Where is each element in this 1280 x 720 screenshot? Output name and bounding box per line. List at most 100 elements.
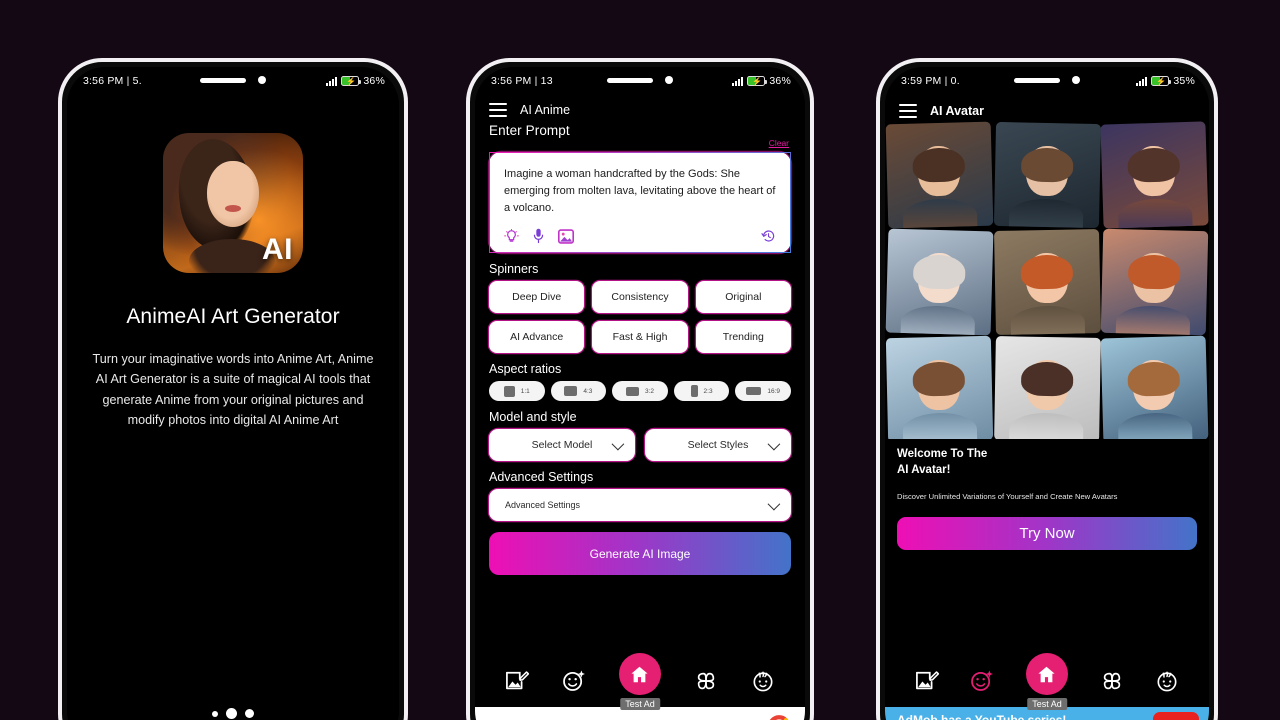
spinners-label: Spinners xyxy=(489,262,539,277)
phone-device-splash: 3:56 PM | 5. ⚡ 36% AI AnimeAI Art Genera… xyxy=(58,58,408,720)
app-bar-title: AI Anime xyxy=(520,103,571,117)
spinner-option-4[interactable]: Fast & High xyxy=(592,321,688,354)
spinner-option-3[interactable]: AI Advance xyxy=(489,321,585,354)
battery-charging-icon: ⚡ xyxy=(1151,76,1172,86)
front-camera-icon xyxy=(1072,76,1080,84)
hamburger-menu-icon[interactable] xyxy=(899,104,917,118)
phone2-notch xyxy=(576,67,704,93)
battery-percent: 36% xyxy=(363,75,385,87)
spinner-option-1[interactable]: Consistency xyxy=(592,281,688,314)
spinner-option-0[interactable]: Deep Dive xyxy=(489,281,585,314)
hamburger-menu-icon[interactable] xyxy=(489,103,507,117)
earpiece-speaker-icon xyxy=(200,77,246,83)
ai-anime-screen: AI Anime Enter Prompt Clear Imagine a wo… xyxy=(475,95,805,720)
blue-eyed-woman-avatar[interactable] xyxy=(1100,335,1209,439)
phone3-status-bar: 3:59 PM | 0. ⚡ 35% xyxy=(885,67,1209,95)
aspect-ratio-shape-icon xyxy=(503,385,515,397)
spinner-option-5[interactable]: Trending xyxy=(695,321,791,354)
smiley-sparkle-icon[interactable] xyxy=(562,669,586,693)
status-time: 3:56 PM | 5. xyxy=(83,75,142,87)
welcome-title: Welcome To The AI Avatar! xyxy=(897,448,988,476)
advanced-settings-dropdown[interactable]: Advanced Settings xyxy=(489,489,791,522)
baby-face-icon[interactable] xyxy=(751,669,775,693)
model-style-row: Select Model Select Styles xyxy=(475,429,805,462)
aspect-ratio-label: 4:3 xyxy=(583,387,593,395)
aspect-ratio-16-9[interactable]: 16:9 xyxy=(735,381,791,402)
advanced-settings-value: Advanced Settings xyxy=(505,500,581,511)
pager-dot-1[interactable] xyxy=(212,710,218,717)
battery-charging-icon: ⚡ xyxy=(341,76,362,86)
pager-dot-2-active[interactable] xyxy=(226,708,237,719)
select-model-value: Select Model xyxy=(531,439,593,452)
welcome-subtitle: Discover Unlimited Variations of Yoursel… xyxy=(897,492,1118,502)
boy-glasses-avatar[interactable] xyxy=(1100,121,1209,229)
generate-button-label: Generate AI Image xyxy=(589,546,691,561)
redhead-glasses-avatar[interactable] xyxy=(993,229,1101,335)
aspect-ratio-shape-icon xyxy=(746,387,762,396)
page-title: AnimeAI Art Generator xyxy=(126,305,340,328)
baby-face-icon[interactable] xyxy=(1155,669,1179,693)
edit-image-icon[interactable] xyxy=(915,670,939,692)
select-styles-dropdown[interactable]: Select Styles xyxy=(645,429,791,462)
microphone-icon[interactable] xyxy=(532,228,545,244)
redhead-sunset-avatar[interactable] xyxy=(1101,228,1209,336)
avatar-collage-grid xyxy=(885,121,1209,439)
earpiece-speaker-icon xyxy=(1014,77,1060,83)
aspect-ratio-shape-icon xyxy=(564,386,578,397)
image-icon[interactable] xyxy=(558,228,574,244)
history-icon[interactable] xyxy=(761,229,776,244)
aspect-ratio-4-3[interactable]: 4:3 xyxy=(550,381,607,402)
avatar-collage xyxy=(885,121,1209,439)
page-description: Turn your imaginative words into Anime A… xyxy=(92,352,374,428)
app-bar-title: AI Avatar xyxy=(930,104,984,118)
onboarding-pager-dots[interactable] xyxy=(212,708,254,719)
try-now-label: Try Now xyxy=(1019,525,1075,543)
select-model-dropdown[interactable]: Select Model xyxy=(489,429,635,462)
edit-image-icon[interactable] xyxy=(505,670,530,692)
aspect-ratio-3-2[interactable]: 3:2 xyxy=(612,381,668,402)
smiley-sparkle-icon[interactable] xyxy=(970,669,994,693)
screenshot-stage: 3:56 PM | 5. ⚡ 36% AI AnimeAI Art Genera… xyxy=(0,0,1280,720)
clear-prompt-link[interactable]: Clear xyxy=(769,138,789,150)
home-tab-button[interactable] xyxy=(1025,653,1068,695)
aspect-ratios-label: Aspect ratios xyxy=(489,362,562,377)
pale-woman-fantasy-avatar[interactable] xyxy=(885,228,994,336)
chevron-down-icon xyxy=(767,497,781,511)
ad-text-block: AdMob has a YouTube series! Tap for tuto… xyxy=(885,713,1115,720)
front-camera-icon xyxy=(665,76,673,84)
aspect-ratio-group: 1:1 4:3 3:2 2:3 16:9 xyxy=(475,381,805,402)
battery-percent: 35% xyxy=(1173,75,1195,87)
prompt-input-box[interactable]: Imagine a woman handcrafted by the Gods:… xyxy=(489,152,791,254)
earpiece-speaker-icon xyxy=(607,77,653,83)
phone1-notch xyxy=(169,67,297,93)
girl-ponytail-avatar[interactable] xyxy=(993,336,1101,439)
phone1-status-bar: 3:56 PM | 5. ⚡ 36% xyxy=(67,67,399,95)
model-and-style-label: Model and style xyxy=(489,410,577,425)
idea-bulb-icon[interactable] xyxy=(504,228,519,244)
woman-plaid-shirt-photo[interactable] xyxy=(993,121,1101,229)
ad-banner[interactable]: Test Ad Nice job! This is a 320x50 test … xyxy=(475,698,805,720)
youtube-play-icon[interactable] xyxy=(1153,712,1199,720)
status-indicators: ⚡ 35% xyxy=(1136,75,1195,87)
spinner-option-2[interactable]: Original xyxy=(695,281,791,314)
splash-screen: AI AnimeAI Art Generator Turn your imagi… xyxy=(67,95,399,720)
woman-glasses-orange-top[interactable] xyxy=(885,335,993,439)
battery-charging-icon: ⚡ xyxy=(747,76,768,86)
home-tab-button[interactable] xyxy=(618,653,661,695)
pinwheel-icon[interactable] xyxy=(1100,669,1124,693)
spinners-group: Deep Dive Consistency Original AI Advance Fa… xyxy=(475,281,805,354)
pager-dot-3[interactable] xyxy=(245,709,254,718)
ad-banner[interactable]: Test Ad AdMob has a YouTube series! Tap … xyxy=(885,698,1209,720)
generate-ai-image-button[interactable]: Generate AI Image xyxy=(489,532,791,576)
ad-test-badge: Test Ad xyxy=(1027,698,1067,710)
boy-brown-hair-avatar[interactable] xyxy=(885,121,993,229)
phone-device-avatar: 3:59 PM | 0. ⚡ 35% AI Avatar Welcome To … xyxy=(876,58,1218,720)
try-now-button[interactable]: Try Now xyxy=(897,517,1197,551)
phone2-status-bar: 3:56 PM | 13 ⚡ 36% xyxy=(475,67,805,95)
signal-bars-icon xyxy=(326,76,338,86)
signal-bars-icon xyxy=(732,76,744,86)
aspect-ratio-2-3[interactable]: 2:3 xyxy=(673,381,730,402)
aspect-ratio-1-1[interactable]: 1:1 xyxy=(489,381,545,402)
pinwheel-icon[interactable] xyxy=(694,669,718,693)
prompt-input-value[interactable]: Imagine a woman handcrafted by the Gods:… xyxy=(504,166,776,217)
